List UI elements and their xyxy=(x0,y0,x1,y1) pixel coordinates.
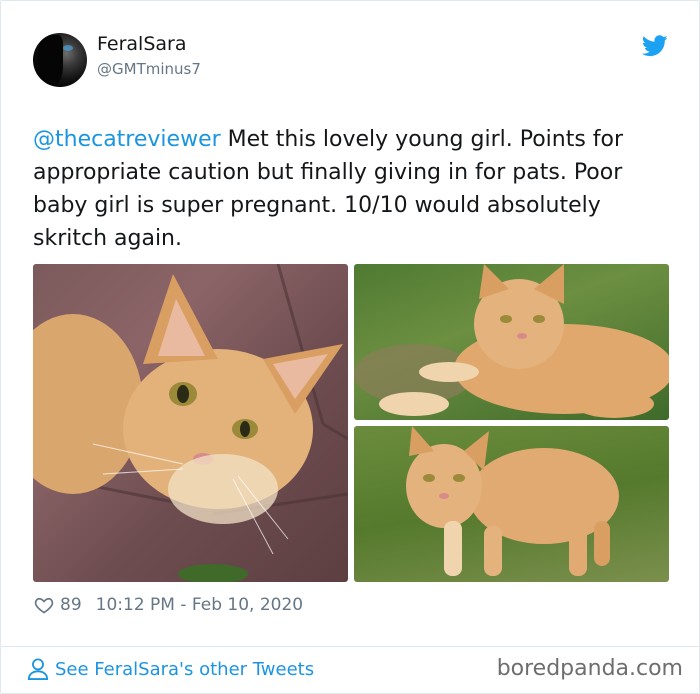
divider xyxy=(1,646,699,647)
user-handle[interactable]: @GMTminus7 xyxy=(97,60,201,78)
tweet-meta: 89 10:12 PM - Feb 10, 2020 xyxy=(34,595,303,615)
person-icon xyxy=(27,658,49,680)
watermark: boredpanda.com xyxy=(496,656,683,681)
avatar[interactable] xyxy=(33,33,87,87)
twitter-bird-icon[interactable] xyxy=(642,35,668,57)
see-other-tweets-label: See FeralSara's other Tweets xyxy=(55,658,315,680)
mention-link[interactable]: @thecatreviewer xyxy=(33,127,221,152)
tweet-timestamp[interactable]: 10:12 PM - Feb 10, 2020 xyxy=(96,595,303,615)
avatar-hair xyxy=(37,35,63,85)
tweet-card: FeralSara @GMTminus7 @thecatreviewer Met… xyxy=(0,0,700,694)
like-count: 89 xyxy=(60,595,82,615)
media-photo-3[interactable] xyxy=(354,426,669,582)
avatar-eye xyxy=(63,45,73,51)
media-photo-2[interactable] xyxy=(354,264,669,420)
tweet-text: @thecatreviewer Met this lovely young gi… xyxy=(33,123,673,255)
media-photo-1[interactable] xyxy=(33,264,348,582)
heart-icon[interactable] xyxy=(34,595,54,615)
display-name[interactable]: FeralSara xyxy=(97,33,186,55)
see-other-tweets-link[interactable]: See FeralSara's other Tweets xyxy=(27,657,314,681)
